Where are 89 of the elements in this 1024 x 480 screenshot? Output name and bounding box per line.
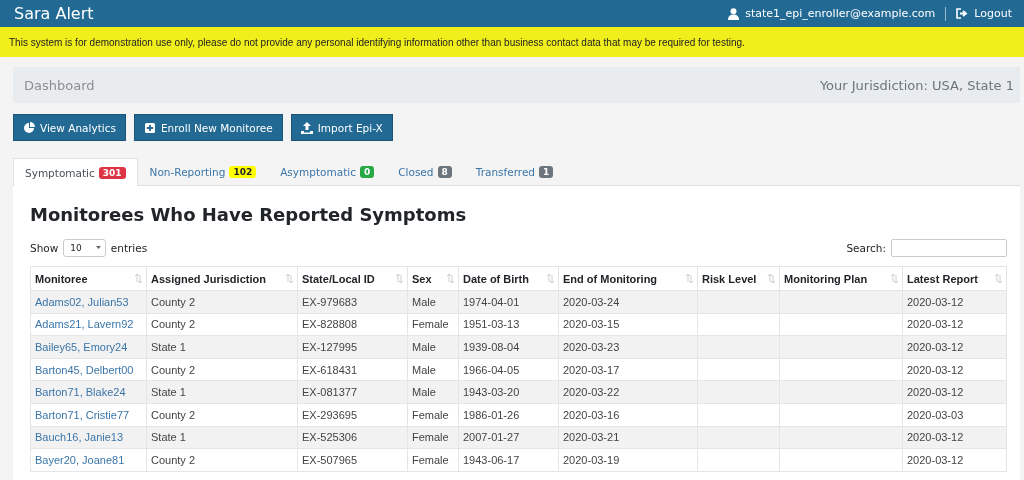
table-cell: County 2 — [151, 318, 196, 331]
logout-icon — [956, 8, 969, 19]
table-cell: 2020-03-15 — [563, 318, 620, 331]
table-cell: 2020-03-17 — [563, 363, 620, 376]
tab[interactable]: Symptomatic 301 — [13, 158, 138, 186]
column-header[interactable]: Sex — [412, 272, 432, 285]
table-cell: 2020-03-19 — [563, 453, 620, 466]
upload-icon — [300, 121, 313, 134]
action-button[interactable]: View Analytics — [13, 114, 126, 141]
table-cell: EX-081377 — [302, 386, 358, 399]
table-cell: EX-979683 — [302, 295, 358, 308]
user-email: state1_epi_enroller@example.com — [745, 7, 936, 20]
table-cell: 2020-03-24 — [563, 295, 620, 308]
table-cell: 1974-04-01 — [463, 295, 520, 308]
table-cell: 2020-03-12 — [907, 386, 964, 399]
plus-square-icon — [143, 121, 156, 134]
table-cell: Male — [412, 386, 436, 399]
table-cell: EX-618431 — [302, 363, 358, 376]
table-cell: 1943-06-17 — [463, 453, 520, 466]
pie-chart-icon — [23, 121, 35, 134]
table-cell: EX-127995 — [302, 341, 358, 353]
table-cell: State 1 — [151, 386, 186, 399]
page-title: Dashboard — [24, 77, 95, 93]
table-cell: 2020-03-21 — [563, 431, 620, 444]
table-cell: County 2 — [151, 295, 196, 308]
count-badge: 0 — [359, 166, 375, 178]
table-cell: 2020-03-12 — [907, 431, 964, 444]
sort-icon — [891, 274, 898, 283]
count-badge: 301 — [98, 166, 126, 179]
table-cell: EX-525306 — [302, 431, 358, 444]
table-cell: Female — [412, 318, 449, 331]
table-cell: 1939-08-04 — [463, 341, 520, 353]
panel-title: Monitorees Who Have Reported Symptoms — [30, 204, 468, 225]
table-cell: 1966-04-05 — [463, 363, 520, 376]
table-cell: Male — [412, 363, 436, 376]
table-cell: 2020-03-22 — [563, 386, 620, 399]
sort-icon — [547, 274, 554, 283]
sort-icon — [396, 274, 403, 283]
table-cell: 2020-03-12 — [907, 453, 964, 466]
table-cell: State 1 — [151, 341, 186, 353]
table-cell: County 2 — [151, 363, 196, 376]
table-cell: 2020-03-23 — [563, 341, 620, 353]
count-badge: 8 — [437, 166, 452, 178]
table-cell: County 2 — [151, 453, 196, 466]
table-cell: Female — [412, 431, 449, 444]
count-badge: 102 — [229, 166, 257, 178]
notice-banner: This system is for demonstration use only, please do not provide any personal identifying information other than business contact data that may be required for testing. — [0, 27, 1024, 57]
table-cell: EX-507965 — [302, 453, 358, 466]
table-cell: 2020-03-12 — [907, 318, 964, 331]
table-cell: 2020-03-16 — [563, 408, 620, 421]
table-cell: 1951-03-13 — [463, 318, 520, 331]
count-badge: 1 — [539, 166, 554, 178]
sort-icon — [135, 274, 142, 283]
sort-icon — [447, 274, 454, 283]
table-cell: County 2 — [151, 408, 196, 421]
table-cell: Male — [412, 341, 436, 353]
jurisdiction-label: Your Jurisdiction: USA, State 1 — [819, 77, 1014, 93]
entries-label: entries — [110, 242, 148, 254]
tab[interactable]: Transferred 1 — [463, 158, 566, 185]
search-field[interactable] — [891, 239, 1007, 257]
show-label: Show — [30, 242, 59, 254]
sort-icon — [286, 274, 293, 283]
table-cell: 2007-01-27 — [463, 431, 520, 444]
table-cell: State 1 — [151, 431, 186, 444]
logout-link[interactable]: Logout — [956, 7, 1012, 20]
tab[interactable]: Non-Reporting 102 — [137, 158, 269, 185]
action-button[interactable]: Enroll New Monitoree — [133, 114, 283, 141]
table-cell: 2020-03-12 — [907, 295, 964, 308]
table-cell: 1986-01-26 — [463, 408, 520, 421]
table-cell: Female — [412, 453, 449, 466]
search-label: Search: — [846, 242, 886, 254]
table-cell: Male — [412, 295, 436, 308]
table-cell: EX-828808 — [302, 318, 358, 331]
table-cell: 1943-03-20 — [463, 386, 520, 399]
tab[interactable]: Closed 8 — [386, 158, 464, 185]
user-icon — [728, 7, 740, 20]
caret-icon — [95, 246, 101, 250]
table-cell: EX-293695 — [302, 408, 358, 421]
sort-icon — [686, 274, 693, 283]
table-cell: 2020-03-12 — [907, 341, 964, 353]
brand-title[interactable]: Sara Alert — [14, 4, 94, 23]
entries-select[interactable]: 10 — [63, 239, 106, 257]
sort-icon — [995, 274, 1002, 283]
sort-icon — [768, 274, 775, 283]
table-cell: 2020-03-03 — [907, 408, 964, 421]
tab[interactable]: Asymptomatic 0 — [268, 158, 387, 185]
table-cell: Female — [412, 408, 449, 421]
action-button[interactable]: Import Epi-X — [290, 114, 393, 141]
table-cell: 2020-03-12 — [907, 363, 964, 376]
